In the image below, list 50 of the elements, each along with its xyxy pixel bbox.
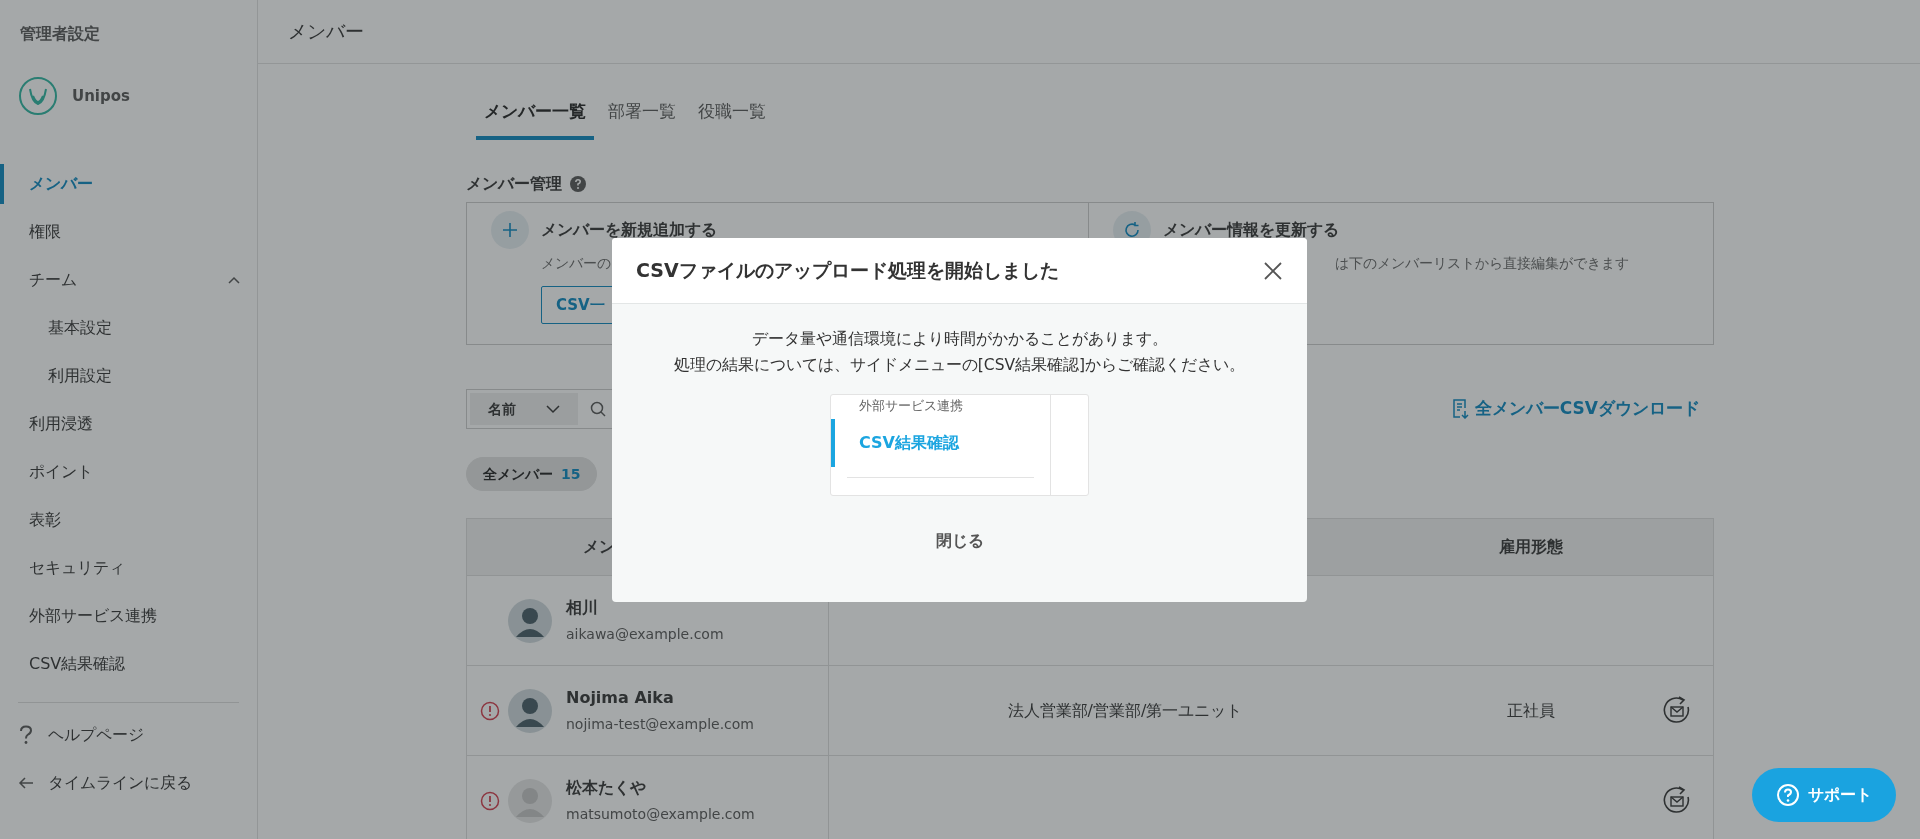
resend-mail-icon[interactable] xyxy=(1662,785,1692,816)
member-name: 相川 xyxy=(566,597,599,619)
column-header: 雇用形態 xyxy=(1499,537,1563,556)
help-icon[interactable] xyxy=(570,176,586,192)
resend-mail-icon[interactable] xyxy=(1662,695,1692,726)
nav-item[interactable]: 権限 xyxy=(0,208,257,256)
member-name: Nojima Aika xyxy=(566,687,675,709)
nav-item[interactable]: チーム xyxy=(0,256,257,304)
close-button[interactable]: 閉じる xyxy=(919,522,1000,560)
card-title: メンバーを新規追加する xyxy=(541,219,717,241)
help-link[interactable]: ヘルプページ xyxy=(0,711,257,759)
search-field-select[interactable]: 名前 xyxy=(470,393,578,425)
tab[interactable]: 部署一覧 xyxy=(600,88,684,140)
member-email: nojima-test@example.com xyxy=(566,715,754,734)
chevron-down-icon xyxy=(546,404,560,414)
card-description: メンバーの xyxy=(541,255,611,271)
plus-icon xyxy=(491,211,529,249)
filter-chip[interactable]: 全メンバー 15 xyxy=(466,457,598,491)
employment-cell: 正社員 xyxy=(1507,700,1555,720)
nav-item[interactable]: ポイント xyxy=(0,448,257,496)
nav-item[interactable]: 利用浸透 xyxy=(0,400,257,448)
section-title: メンバー管理 xyxy=(466,173,562,195)
nav-item[interactable]: 表彰 xyxy=(0,496,257,544)
nav-item[interactable]: セキュリティ xyxy=(0,544,257,592)
brand-name: Unipos xyxy=(72,85,130,107)
nav-item[interactable]: 基本設定 xyxy=(0,304,257,352)
nav-item[interactable]: 外部サービス連携 xyxy=(0,592,257,640)
back-link[interactable]: タイムラインに戻る xyxy=(0,759,257,807)
search-icon xyxy=(590,401,606,417)
arrow-left-icon xyxy=(18,776,34,790)
dialog-message: 処理の結果については、サイドメニューの[CSV結果確認]からご確認ください。 xyxy=(673,355,1246,376)
tab[interactable]: 役職一覧 xyxy=(690,88,774,140)
member-name: 松本たくや xyxy=(566,777,647,799)
dialog-title: CSVファイルのアップロード処理を開始しました xyxy=(636,258,1059,284)
page-title: メンバー xyxy=(288,19,364,45)
dialog-message: データ量や通信環境により時間がかかることがあります。 xyxy=(751,329,1168,350)
help-icon xyxy=(18,725,34,745)
department-cell: 法人営業部/営業部/第一ユニット xyxy=(1007,700,1243,720)
document-download-icon xyxy=(1452,399,1469,419)
card-title: メンバー情報を更新する xyxy=(1163,219,1339,241)
tab[interactable]: メンバー一覧 xyxy=(476,88,594,140)
member-email: matsumoto@example.com xyxy=(566,805,755,824)
nav-item[interactable]: 利用設定 xyxy=(0,352,257,400)
help-icon xyxy=(1776,783,1800,807)
card-description: は下のメンバーリストから直接編集ができます xyxy=(1335,255,1629,271)
logo-icon xyxy=(18,76,58,116)
nav-item[interactable]: CSV結果確認 xyxy=(0,640,257,688)
close-icon[interactable] xyxy=(1263,260,1283,281)
member-email: aikawa@example.com xyxy=(566,625,724,644)
sidebar-title: 管理者設定 xyxy=(20,23,101,45)
